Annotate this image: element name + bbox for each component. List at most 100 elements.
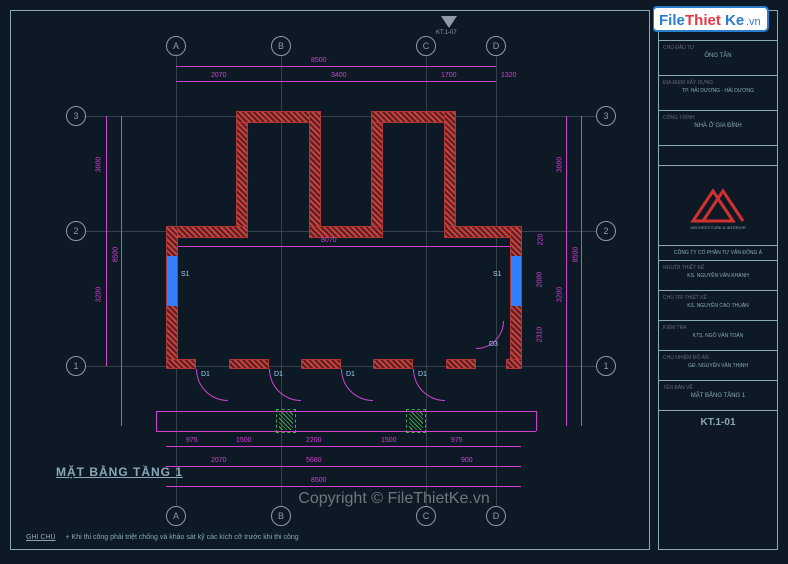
grid-bubble-3-right: 3: [596, 106, 616, 126]
svg-text:File: File: [659, 12, 685, 29]
dim-bot-ab: 2070: [211, 457, 227, 464]
tb-director: CHỦ NHIỆM ĐỒ ÁN GĐ. NGUYỄN VĂN THỊNH: [659, 351, 777, 381]
window-right: [511, 256, 521, 306]
tb-checker: CHỦ TRÌ THIẾT KẾ KS. NGUYỄN CAO THUẬN: [659, 291, 777, 321]
footer-note: GHI CHÚ + Khi thi công phải triệt chống …: [26, 534, 299, 541]
grid-bubble-2-left: 2: [66, 221, 86, 241]
grid-bubble-2-right: 2: [596, 221, 616, 241]
tb-manager: KIỂM TRA KTS. NGÔ VĂN TOẢN: [659, 321, 777, 351]
dim-interior: [178, 246, 510, 247]
dim-bot-overall: 8500: [311, 477, 327, 484]
wall-front-4: [373, 359, 413, 369]
dim-bot-5680: 5680: [306, 457, 322, 464]
filethietke-logo: File Thiet Ke .vn: [653, 5, 773, 35]
label-s1-right: S1: [493, 271, 502, 278]
wall-rear-right-v: [371, 111, 383, 231]
tb-logo: ARCHITECTURE & INTERIOR: [659, 166, 777, 246]
dim-right-1: [566, 116, 567, 426]
dim-right-3200: 3200: [556, 287, 563, 303]
cad-canvas: File Thiet Ke .vn Copyright © FileThietK…: [0, 0, 788, 564]
label-d1-1: D1: [201, 371, 210, 378]
grid-bubble-d-bot: D: [486, 506, 506, 526]
section-marker-top: KT.1-07: [441, 16, 471, 36]
svg-text:ARCHITECTURE & INTERIOR: ARCHITECTURE & INTERIOR: [690, 225, 745, 230]
wall-rear-left-v2: [309, 111, 321, 231]
grid-line-d: [496, 56, 497, 506]
footer-label: GHI CHÚ: [26, 534, 56, 541]
dim-cd1: 1700: [441, 72, 457, 79]
tb-owner: CHỦ ĐẦU TƯ ÔNG TÂN: [659, 41, 777, 76]
tb-address: ĐỊA ĐIỂM XÂY DỰNG TP. HẢI DƯƠNG - HẢI DƯ…: [659, 76, 777, 111]
dim-ab: 2070: [211, 72, 227, 79]
dim-interior-text: 8070: [321, 237, 337, 244]
label-d1-2: D1: [274, 371, 283, 378]
watermark-logo: File Thiet Ke .vn: [653, 5, 773, 40]
dim-bot-900: 900: [461, 457, 473, 464]
dim-left-3000: 3000: [95, 157, 102, 173]
dim-overall-top: [176, 66, 496, 67]
dim-left-overall: 8500: [112, 247, 119, 263]
grid-bubble-1-right: 1: [596, 356, 616, 376]
label-d1-3: D1: [346, 371, 355, 378]
grid-bubble-b-bot: B: [271, 506, 291, 526]
wall-rear-left-v: [236, 111, 248, 231]
dim-small-1: 975: [186, 437, 198, 444]
wall-front-3: [301, 359, 341, 369]
dim-small-2: 1500: [236, 437, 252, 444]
dim-bot-1: [166, 446, 521, 447]
pier-2: [406, 409, 426, 433]
veranda-right: [536, 411, 537, 431]
grid-bubble-d-top: D: [486, 36, 506, 56]
veranda-left: [156, 411, 157, 431]
dim-left-1: [106, 116, 107, 366]
veranda-top: [156, 411, 536, 412]
label-d1-4: D1: [418, 371, 427, 378]
dim-left-2: [121, 116, 122, 426]
dim-right-3000: 3000: [556, 157, 563, 173]
dim-r-2310: 2310: [536, 327, 543, 343]
dim-segs-top: [176, 81, 496, 82]
grid-line-c: [426, 56, 427, 506]
dim-r-220: 220: [537, 234, 544, 246]
dim-text-overall: 8500: [311, 57, 327, 64]
drawing-viewport[interactable]: KT.1-07 A B C D A B C D 1 2 3 1 2 3 8500…: [10, 10, 650, 550]
plan-title: MẶT BẰNG TẦNG 1: [56, 465, 183, 479]
dim-small-4: 1500: [381, 437, 397, 444]
wall-rear-right-v2: [444, 111, 456, 231]
footer-text: + Khi thi công phải triệt chống và khảo …: [66, 534, 299, 541]
grid-bubble-c-bot: C: [416, 506, 436, 526]
svg-text:.vn: .vn: [746, 16, 761, 28]
label-s1-left: S1: [181, 271, 190, 278]
grid-bubble-a-top: A: [166, 36, 186, 56]
dim-right-overall: 8500: [572, 247, 579, 263]
tb-company: CÔNG TY CỔ PHẦN TƯ VẤN ĐÔNG Á: [659, 246, 777, 261]
tb-sheet-no: KT.1-01: [659, 411, 777, 436]
dim-small-3: 2200: [306, 437, 322, 444]
pier-1: [276, 409, 296, 433]
tb-designer: NGƯỜI THIẾT KẾ KS. NGUYỄN VĂN KHÁNH: [659, 261, 777, 291]
svg-text:Ke: Ke: [725, 12, 744, 29]
label-d3: D3: [489, 341, 498, 348]
grid-bubble-1-left: 1: [66, 356, 86, 376]
dim-bot-3: [166, 486, 521, 487]
tb-project: CÔNG TRÌNH NHÀ Ở GIA ĐÌNH: [659, 111, 777, 146]
grid-line-3: [86, 116, 596, 117]
dim-bc: 3400: [331, 72, 347, 79]
dim-bot-2: [166, 466, 521, 467]
grid-bubble-a-bot: A: [166, 506, 186, 526]
copyright-watermark: Copyright © FileThietKe.vn: [298, 490, 489, 508]
dim-cd2: 1320: [501, 72, 517, 79]
dim-right-2: [581, 116, 582, 426]
wall-front-6: [506, 359, 522, 369]
wall-front-2: [229, 359, 269, 369]
svg-text:Thiet: Thiet: [685, 12, 721, 29]
grid-bubble-3-left: 3: [66, 106, 86, 126]
dim-r-2000: 2000: [536, 272, 543, 288]
grid-line-b: [281, 56, 282, 506]
wall-front-5: [446, 359, 476, 369]
grid-bubble-b-top: B: [271, 36, 291, 56]
dim-left-3200: 3200: [95, 287, 102, 303]
tb-spacer: [659, 146, 777, 166]
grid-bubble-c-top: C: [416, 36, 436, 56]
window-left: [167, 256, 177, 306]
